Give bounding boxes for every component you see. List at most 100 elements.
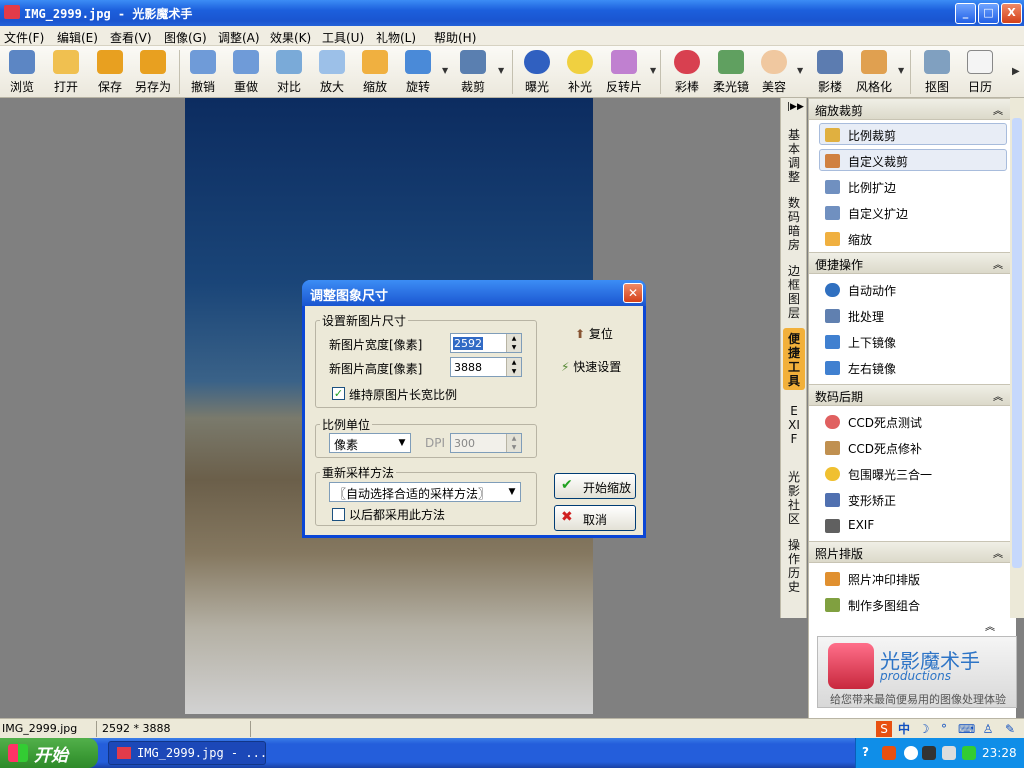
wrench-icon[interactable]: ✎ xyxy=(1002,721,1018,737)
rotate-dropdown-icon[interactable]: ▼ xyxy=(442,66,448,75)
exposure-button[interactable]: 曝光 xyxy=(515,48,559,96)
help-icon[interactable]: ? xyxy=(862,745,869,759)
section-crop[interactable]: 缩放裁剪 ︽ xyxy=(809,98,1017,120)
film-dropdown-icon[interactable]: ▼ xyxy=(650,66,656,75)
start-button[interactable]: 开始 xyxy=(0,738,98,768)
always-use-checkbox[interactable] xyxy=(332,508,345,521)
collapse-all-icon[interactable]: ︽ xyxy=(985,618,995,633)
tab-digital-darkroom[interactable]: 数码暗房 xyxy=(783,196,805,252)
tab-quick-tools[interactable]: 便捷工具 xyxy=(783,328,805,390)
item-collage[interactable]: 制作多图组合 xyxy=(819,593,1007,615)
resample-select[interactable]: 〖自动选择合适的采样方法〗 ▼ xyxy=(329,482,521,502)
menu-file[interactable]: 文件(F) xyxy=(4,29,44,46)
moon-icon[interactable]: ☽ xyxy=(916,721,932,737)
compare-button[interactable]: 对比 xyxy=(267,48,311,96)
unit-select[interactable]: 像素 ▼ xyxy=(329,433,411,453)
menu-gift[interactable]: 礼物(L) xyxy=(376,29,416,46)
dialog-close-button[interactable]: ✕ xyxy=(623,283,643,303)
tab-basic-adjust[interactable]: 基本调整 xyxy=(783,128,805,184)
minimize-button[interactable]: _ xyxy=(955,3,976,24)
close-button[interactable]: X xyxy=(1001,3,1022,24)
resize-button[interactable]: 缩放 xyxy=(353,48,397,96)
item-flip-vertical[interactable]: 上下镜像 xyxy=(819,330,1007,352)
expand-icon xyxy=(825,180,840,194)
menu-view[interactable]: 查看(V) xyxy=(110,29,152,46)
app-icon xyxy=(4,5,20,19)
beauty-dropdown-icon[interactable]: ▼ xyxy=(797,66,803,75)
soft-light-button[interactable]: 柔光镜 xyxy=(709,48,753,96)
reversal-film-button[interactable]: 反转片 xyxy=(600,48,648,96)
status-dimensions: 2592 * 3888 xyxy=(102,722,171,735)
height-input[interactable]: 3888 ▲ ▼ xyxy=(450,357,522,377)
menu-help[interactable]: 帮助(H) xyxy=(434,29,476,46)
quick-setting-link[interactable]: ⚡ 快速设置 xyxy=(561,358,621,375)
ime-chinese-toggle[interactable]: 中 xyxy=(896,721,912,737)
item-custom-crop[interactable]: 自定义裁剪 xyxy=(819,149,1007,171)
color-wand-button[interactable]: 彩棒 xyxy=(665,48,709,96)
item-resize[interactable]: 缩放 xyxy=(819,227,1007,249)
width-input[interactable]: 2592 ▲ ▼ xyxy=(450,333,522,353)
wand-icon: ⚡ xyxy=(561,360,570,374)
item-print-layout[interactable]: 照片冲印排版 xyxy=(819,567,1007,589)
cancel-button[interactable]: ✖ 取消 xyxy=(554,505,636,531)
tab-border-layer[interactable]: 边框图层 xyxy=(783,264,805,320)
save-as-button[interactable]: 另存为 xyxy=(130,48,176,96)
punctuation-icon[interactable]: ° xyxy=(936,721,952,737)
distortion-icon xyxy=(825,493,840,507)
keyboard-icon[interactable]: ⌨ xyxy=(958,721,975,737)
zoom-in-button[interactable]: 放大 xyxy=(310,48,354,96)
studio-button[interactable]: 影楼 xyxy=(808,48,852,96)
signal-icon[interactable] xyxy=(962,746,976,760)
menu-image[interactable]: 图像(G) xyxy=(164,29,207,46)
menu-adjust[interactable]: 调整(A) xyxy=(218,29,260,46)
browse-button[interactable]: 浏览 xyxy=(0,48,44,96)
crop-button[interactable]: 裁剪 xyxy=(451,48,495,96)
item-custom-expand[interactable]: 自定义扩边 xyxy=(819,201,1007,223)
open-button[interactable]: 打开 xyxy=(44,48,88,96)
taskbar-app-button[interactable]: IMG_2999.jpg - ... xyxy=(108,741,267,765)
section-layout[interactable]: 照片排版 ︽ xyxy=(809,541,1017,563)
item-ccd-test[interactable]: CCD死点测试 xyxy=(819,410,1007,432)
volume-icon[interactable] xyxy=(942,746,956,760)
panel-scrollbar[interactable] xyxy=(1010,98,1024,618)
section-quick-ops[interactable]: 便捷操作 ︽ xyxy=(809,252,1017,274)
item-flip-horizontal[interactable]: 左右镜像 xyxy=(819,356,1007,378)
item-distortion[interactable]: 变形矫正 xyxy=(819,488,1007,510)
sogou-tray-icon[interactable] xyxy=(882,746,896,760)
tab-history[interactable]: 操作历史 xyxy=(783,538,805,594)
tab-exif[interactable]: EXIF xyxy=(788,404,800,446)
menu-edit[interactable]: 编辑(E) xyxy=(57,29,98,46)
tab-community[interactable]: 光影社区 xyxy=(783,470,805,526)
rotate-button[interactable]: 旋转 xyxy=(396,48,440,96)
cutout-button[interactable]: 抠图 xyxy=(915,48,959,96)
menu-tools[interactable]: 工具(U) xyxy=(322,29,364,46)
start-resize-button[interactable]: ✔ 开始缩放 xyxy=(554,473,636,499)
stylize-button[interactable]: 风格化 xyxy=(851,48,897,96)
menu-effect[interactable]: 效果(K) xyxy=(270,29,311,46)
undo-button[interactable]: 撤销 xyxy=(181,48,225,96)
keep-ratio-checkbox[interactable]: ✓ xyxy=(332,387,345,400)
fill-light-button[interactable]: 补光 xyxy=(558,48,602,96)
maximize-button[interactable]: □ xyxy=(978,3,999,24)
redo-button[interactable]: 重做 xyxy=(224,48,268,96)
section-digital-post[interactable]: 数码后期 ︽ xyxy=(809,384,1017,406)
toolbar-more-icon[interactable]: ▶ xyxy=(1012,66,1020,77)
item-ratio-crop[interactable]: 比例裁剪 xyxy=(819,123,1007,145)
calendar-button[interactable]: 日历 xyxy=(958,48,1002,96)
beauty-button[interactable]: 美容 xyxy=(752,48,796,96)
item-auto-action[interactable]: 自动动作 xyxy=(819,278,1007,300)
user-icon[interactable]: ♙ xyxy=(980,721,996,737)
item-hdr-merge[interactable]: 包围曝光三合一 xyxy=(819,462,1007,484)
network-icon[interactable] xyxy=(922,746,936,760)
collapse-panel-icon[interactable]: |▶▶ xyxy=(787,102,804,112)
save-button[interactable]: 保存 xyxy=(88,48,132,96)
sogou-icon[interactable]: S xyxy=(876,721,892,737)
crop-dropdown-icon[interactable]: ▼ xyxy=(498,66,504,75)
tray-arrow-icon[interactable] xyxy=(904,746,918,760)
item-batch[interactable]: 批处理 xyxy=(819,304,1007,326)
item-exif[interactable]: EXIF xyxy=(819,514,1007,536)
reset-link[interactable]: ⬆ 复位 xyxy=(575,325,613,342)
stylize-dropdown-icon[interactable]: ▼ xyxy=(898,66,904,75)
item-ccd-repair[interactable]: CCD死点修补 xyxy=(819,436,1007,458)
item-ratio-expand[interactable]: 比例扩边 xyxy=(819,175,1007,197)
